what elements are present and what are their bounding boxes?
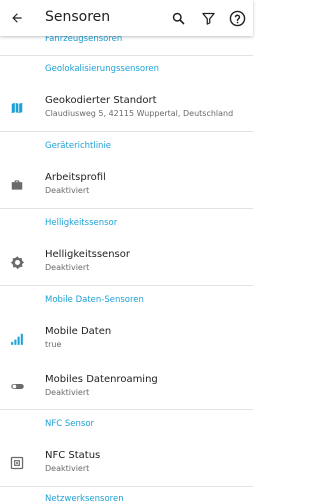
nfc-icon — [9, 455, 25, 471]
search-icon — [172, 12, 184, 24]
filter-button[interactable] — [197, 7, 219, 29]
item-value: Deaktiviert — [45, 186, 90, 195]
section-header-nfc-sensor: NFC Sensor — [45, 419, 95, 429]
item-label: Helligkeitssensor — [45, 249, 130, 260]
list-item-helligkeitssensor[interactable]: Helligkeitssensor Deaktiviert — [0, 240, 253, 284]
page-title: Sensoren — [45, 9, 111, 25]
section-header-geolokalisierung: Geolokalisierungssensoren — [45, 64, 159, 74]
list-item-arbeitsprofil[interactable]: Arbeitsprofil Deaktiviert — [0, 163, 253, 207]
signal-icon — [9, 331, 25, 347]
arrow-back-icon — [12, 13, 22, 23]
divider — [0, 409, 253, 410]
item-value: true — [45, 340, 62, 349]
item-value: Deaktiviert — [45, 263, 90, 272]
item-label: Geokodierter Standort — [45, 95, 157, 106]
divider — [0, 486, 253, 487]
divider — [0, 131, 253, 132]
help-button[interactable] — [226, 7, 248, 29]
list-item-mobile-daten[interactable]: Mobile Daten true — [0, 317, 253, 361]
back-button[interactable] — [6, 7, 28, 29]
app-bar: Sensoren — [0, 0, 253, 36]
item-value: Claudiusweg 5, 42115 Wuppertal, Deutschl… — [45, 109, 234, 118]
section-header-helligkeitssensor: Helligkeitssensor — [45, 218, 118, 228]
item-value: Deaktiviert — [45, 464, 90, 473]
map-icon — [9, 100, 25, 116]
search-button[interactable] — [167, 7, 189, 29]
list-item-geokodierter-standort[interactable]: Geokodierter Standort Claudiusweg 5, 421… — [0, 86, 253, 130]
divider — [0, 208, 253, 209]
section-header-netzwerksensoren: Netzwerksensoren — [45, 494, 124, 504]
section-header-geraeterichtlinie: Geräterichtlinie — [45, 141, 112, 151]
item-label: NFC Status — [45, 450, 101, 461]
divider — [0, 55, 253, 56]
toggle-icon — [9, 378, 25, 394]
list-item-nfc-status[interactable]: NFC Status Deaktiviert — [0, 441, 253, 485]
help-icon — [229, 10, 245, 26]
brightness-icon — [9, 254, 25, 270]
item-label: Arbeitsprofil — [45, 172, 106, 183]
briefcase-icon — [9, 177, 25, 193]
item-label: Mobile Daten — [45, 326, 112, 337]
divider — [0, 285, 253, 286]
filter-icon — [201, 12, 215, 25]
item-value: Deaktiviert — [45, 388, 90, 397]
list-item-mobiles-datenroaming[interactable]: Mobiles Datenroaming Deaktiviert — [0, 365, 253, 409]
item-label: Mobiles Datenroaming — [45, 374, 158, 385]
section-header-mobile-daten: Mobile Daten-Sensoren — [45, 295, 144, 305]
